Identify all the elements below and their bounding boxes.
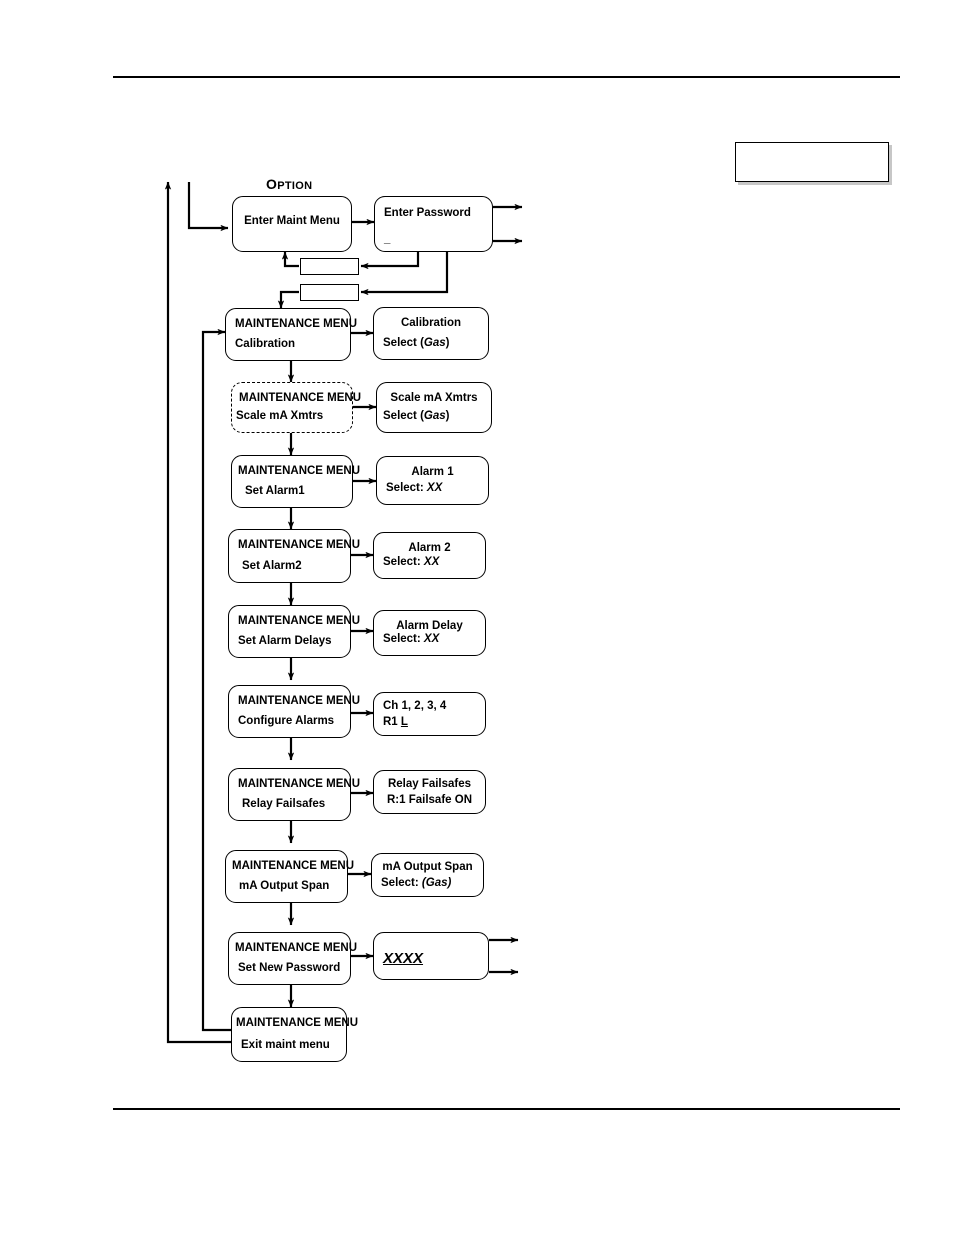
prefix: Select: <box>383 555 424 568</box>
detail-box-scale-ma-xmtrs-title: Scale mA Xmtrs <box>390 392 478 404</box>
detail-box-ma-output-span[interactable]: mA Output Span Select: (Gas) <box>371 853 484 897</box>
menu-box-configure-alarms-label: Configure Alarms <box>238 714 335 727</box>
mini-box-2 <box>300 284 359 301</box>
mini-box-1 <box>300 258 359 275</box>
menu-box-set-alarm-delays-title: MAINTENANCE MENU <box>238 615 361 627</box>
detail-box-new-password-value: XXXX <box>374 951 497 967</box>
value-italic: XX <box>423 555 440 568</box>
footer-rule <box>113 1108 900 1110</box>
detail-box-alarm2-title: Alarm 2 <box>408 542 451 554</box>
menu-box-calibration-title: MAINTENANCE MENU <box>235 318 358 330</box>
menu-box-ma-output-span-title: MAINTENANCE MENU <box>232 860 355 872</box>
menu-box-set-alarm1-label: Set Alarm1 <box>245 484 305 497</box>
detail-box-alarm-delay-value: Select: XX <box>374 633 494 645</box>
value-italic: Gas <box>423 336 446 349</box>
box-enter-password-line1: Enter Password <box>384 207 471 219</box>
password-placeholder: XXXX <box>383 950 424 968</box>
menu-box-scale-ma-xmtrs-label: Scale mA Xmtrs <box>236 409 324 422</box>
prefix: Select: <box>383 632 424 645</box>
menu-box-relay-failsafes-title: MAINTENANCE MENU <box>238 778 361 790</box>
option-label: OPTION <box>266 176 312 192</box>
prefix: Select ( <box>383 409 424 422</box>
detail-box-calibration[interactable]: Calibration Select (Gas) <box>373 307 489 360</box>
detail-box-alarm1-value: Select: XX <box>377 482 497 494</box>
option-label-cap: O <box>266 176 278 192</box>
detail-box-relay-failsafes-title: Relay Failsafes <box>387 778 472 790</box>
detail-box-ma-output-span-title: mA Output Span <box>382 861 473 873</box>
detail-box-alarm1[interactable]: Alarm 1 Select: XX <box>376 456 489 505</box>
box-enter-maint-menu-line1: Enter Maint Menu <box>244 215 340 227</box>
menu-box-scale-ma-xmtrs-title: MAINTENANCE MENU <box>239 392 362 404</box>
detail-box-configure-alarms-title: Ch 1, 2, 3, 4 <box>383 700 447 712</box>
menu-box-relay-failsafes[interactable]: MAINTENANCE MENU Relay Failsafes <box>228 768 360 821</box>
detail-box-alarm-delay[interactable]: Alarm Delay Select: XX <box>373 610 486 656</box>
menu-box-set-alarm-delays[interactable]: MAINTENANCE MENU Set Alarm Delays <box>228 605 360 658</box>
prefix: Select: <box>381 876 422 889</box>
detail-box-alarm1-title: Alarm 1 <box>411 466 454 478</box>
box-enter-password-line2: _ <box>384 232 391 245</box>
detail-box-configure-alarms[interactable]: Ch 1, 2, 3, 4 R1 L <box>373 692 486 736</box>
menu-box-calibration-label: Calibration <box>235 337 296 350</box>
detail-box-calibration-title: Calibration <box>400 317 462 329</box>
box-enter-password[interactable]: Enter Password _ <box>374 196 493 252</box>
prefix: Select ( <box>383 336 424 349</box>
suffix: ) <box>445 336 450 349</box>
document-page: OPTION Enter Maint Menu Enter Password _… <box>0 0 954 1235</box>
menu-box-configure-alarms-title: MAINTENANCE MENU <box>238 695 361 707</box>
header-rule <box>113 76 900 78</box>
detail-box-scale-ma-xmtrs-value: Select (Gas) <box>377 410 497 422</box>
box-enter-maint-menu[interactable]: Enter Maint Menu <box>232 196 352 252</box>
menu-box-relay-failsafes-label: Relay Failsafes <box>242 797 326 810</box>
menu-box-set-new-password-title: MAINTENANCE MENU <box>235 942 358 954</box>
menu-box-calibration[interactable]: MAINTENANCE MENU Calibration <box>225 308 357 361</box>
menu-box-set-alarm2-title: MAINTENANCE MENU <box>238 539 361 551</box>
detail-box-relay-failsafes[interactable]: Relay Failsafes R:1 Failsafe ON <box>373 770 486 814</box>
menu-box-set-alarm2-label: Set Alarm2 <box>242 559 302 572</box>
value-italic: XX <box>426 481 443 494</box>
detail-box-scale-ma-xmtrs[interactable]: Scale mA Xmtrs Select (Gas) <box>376 382 492 433</box>
detail-box-configure-alarms-value: R1 L <box>374 716 494 728</box>
detail-box-relay-failsafes-value: R:1 Failsafe ON <box>387 793 472 806</box>
prefix: R1 <box>383 715 401 728</box>
menu-box-exit-maint-menu-label: Exit maint menu <box>241 1038 330 1051</box>
menu-box-ma-output-span[interactable]: MAINTENANCE MENU mA Output Span <box>225 850 354 903</box>
suffix: ) <box>445 409 450 422</box>
menu-box-set-new-password[interactable]: MAINTENANCE MENU Set New Password <box>228 932 357 985</box>
value-italic: XX <box>423 632 440 645</box>
detail-box-new-password[interactable]: XXXX <box>373 932 489 980</box>
detail-box-alarm-delay-title: Alarm Delay <box>396 620 463 632</box>
menu-box-set-alarm1[interactable]: MAINTENANCE MENU Set Alarm1 <box>231 455 360 508</box>
menu-box-exit-maint-menu-title: MAINTENANCE MENU <box>236 1017 359 1029</box>
note-callout-box <box>735 142 889 182</box>
menu-box-set-new-password-label: Set New Password <box>238 961 341 974</box>
menu-box-set-alarm2[interactable]: MAINTENANCE MENU Set Alarm2 <box>228 529 360 583</box>
option-label-rest: PTION <box>277 180 313 192</box>
value-italic: (Gas) <box>421 876 452 889</box>
detail-box-ma-output-span-value: Select: (Gas) <box>372 877 492 889</box>
detail-box-calibration-value: Select (Gas) <box>374 337 497 349</box>
detail-box-alarm2-value: Select: XX <box>374 556 494 568</box>
detail-box-alarm2[interactable]: Alarm 2 Select: XX <box>373 532 486 579</box>
value-underline: L <box>400 715 408 728</box>
menu-box-set-alarm1-title: MAINTENANCE MENU <box>238 465 361 477</box>
menu-box-exit-maint-menu[interactable]: MAINTENANCE MENU Exit maint menu <box>231 1007 359 1062</box>
menu-box-scale-ma-xmtrs[interactable]: MAINTENANCE MENU Scale mA Xmtrs <box>231 382 361 433</box>
menu-box-ma-output-span-label: mA Output Span <box>239 879 330 892</box>
prefix: Select: <box>386 481 427 494</box>
menu-box-configure-alarms[interactable]: MAINTENANCE MENU Configure Alarms <box>228 685 360 738</box>
menu-box-set-alarm-delays-label: Set Alarm Delays <box>238 634 332 647</box>
value-italic: Gas <box>423 409 446 422</box>
